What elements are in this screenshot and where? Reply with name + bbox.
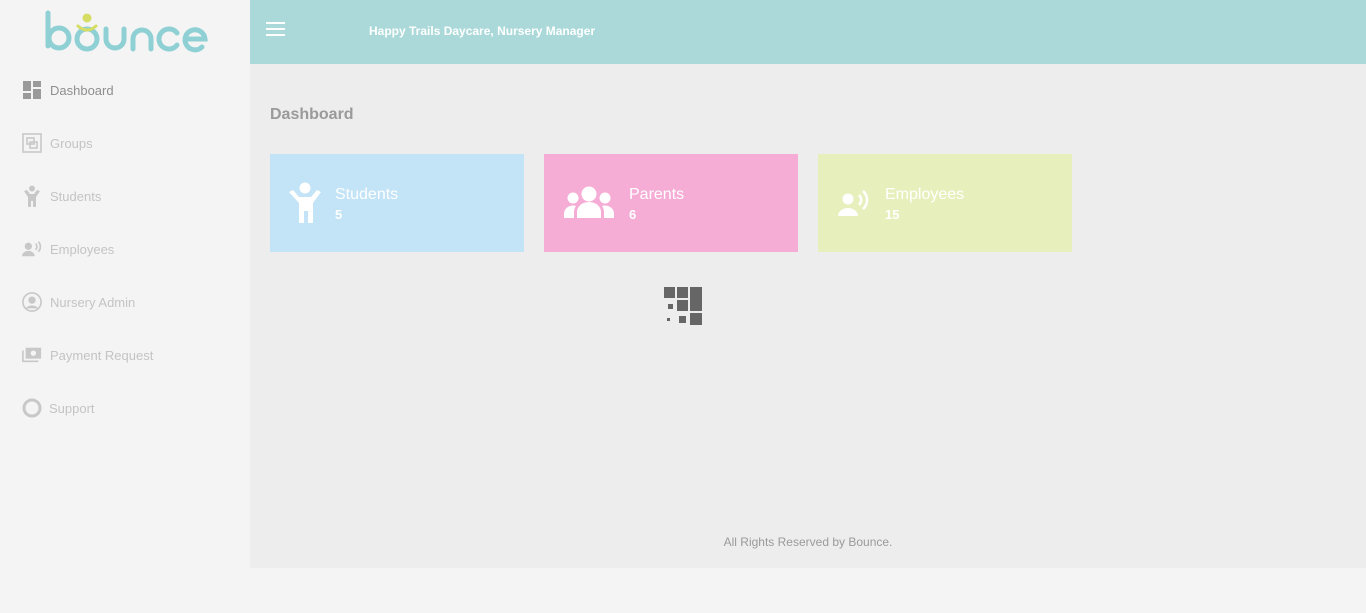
top-header: Happy Trails Daycare, Nursery Manager [250,0,1366,64]
child-icon [22,185,42,207]
students-card[interactable]: Students 5 [270,154,524,252]
card-count: 6 [629,207,637,222]
employee-icon [838,190,878,232]
footer-text: All Rights Reserved by Bounce. [723,535,893,549]
card-label: Students [335,186,399,203]
sidebar-item-label: Support [49,400,95,416]
sidebar-item-label: Payment Request [50,347,154,363]
sidebar-item-label: Students [50,188,102,204]
dashboard-icon [22,80,42,100]
lifebuoy-icon [22,398,42,418]
card-count: 5 [335,207,343,222]
loading-spinner-icon [663,286,703,326]
parents-card[interactable]: Parents 6 [544,154,798,252]
sidebar-item-label: Nursery Admin [50,294,136,310]
sidebar-item-label: Employees [50,241,115,257]
money-icon [22,345,42,365]
page-title: Dashboard [270,106,354,123]
main-content: Dashboard Students 5 Parents 6 Employees… [250,64,1366,568]
sidebar: Dashboard Groups Students Employees Nurs… [0,0,250,613]
employees-card[interactable]: Employees 15 [818,154,1072,252]
users-icon [564,186,616,228]
groups-icon [22,133,42,153]
sidebar-item-employees[interactable]: Employees [0,229,250,269]
card-label: Parents [629,186,685,203]
brand-logo[interactable] [0,0,250,66]
user-circle-icon [22,292,42,312]
hamburger-icon[interactable] [266,22,286,42]
sidebar-item-nursery-admin[interactable]: Nursery Admin [0,282,250,322]
bounce-logo-icon [45,10,208,53]
sidebar-item-groups[interactable]: Groups [0,123,250,163]
card-label: Employees [885,186,965,203]
card-count: 15 [885,207,900,222]
sidebar-item-label: Dashboard [50,82,114,98]
child-icon [288,182,328,224]
sidebar-item-dashboard[interactable]: Dashboard [0,70,250,110]
sidebar-item-payment-request[interactable]: Payment Request [0,335,250,375]
sidebar-item-support[interactable]: Support [0,388,250,428]
header-title: Happy Trails Daycare, Nursery Manager [369,24,596,38]
sidebar-item-label: Groups [50,135,93,151]
sidebar-item-students[interactable]: Students [0,176,250,216]
employee-icon [22,239,42,259]
